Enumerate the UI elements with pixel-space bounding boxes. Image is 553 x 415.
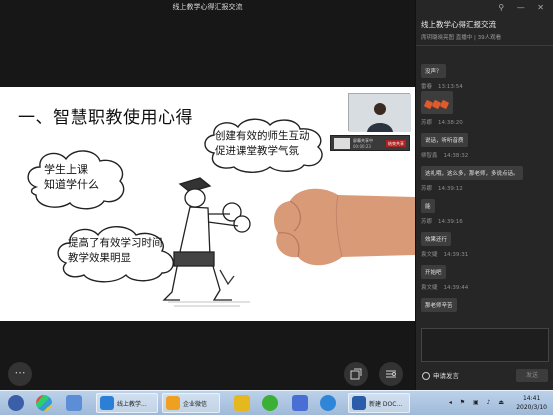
cloud-text-bottom: 提高了有效学习时间 教学效果明显 (68, 236, 163, 266)
cloud-left-line-2: 知道学什么 (44, 178, 99, 191)
window-buttons[interactable]: ⚲ — ✕ (498, 3, 549, 12)
ellipsis-icon: ⋯ (14, 366, 26, 379)
window-icon (350, 368, 362, 380)
chat-message: 袁文婕 14:39:44 那老师辛苦 (421, 283, 551, 312)
divider (416, 45, 553, 46)
start-menu-icon[interactable] (36, 395, 52, 411)
stream-title: 线上教学心得汇报交流 (172, 3, 243, 11)
live-stream-app: 线上教学心得汇报交流 一、智慧职教使用心得 创建有效的师生互动 促进课堂教学气氛… (0, 0, 553, 415)
message-author: 雷春 (421, 84, 433, 90)
message-list[interactable]: 没声？ 雷春 13:13:54 苏娜 14:38:20 说话，听听音质 柳智鑫 14:… (421, 58, 551, 316)
message-author: 柳智鑫 (421, 153, 438, 159)
send-button[interactable]: 发送 (516, 369, 548, 382)
end-share-button[interactable]: 结束共享 (386, 140, 406, 147)
chat-message: 袁文婕 14:39:31 开始吧 (421, 250, 551, 279)
explorer-icon[interactable] (66, 395, 82, 411)
message-author: 袁文婕 (421, 285, 438, 291)
browser-icon[interactable] (320, 395, 336, 411)
message-time: 14:39:44 (443, 285, 469, 291)
share-timer: 00:00:23 (353, 144, 371, 149)
cloud-bottom-line-2: 教学效果明显 (68, 252, 131, 264)
chat-input[interactable] (421, 328, 549, 362)
presenter-camera[interactable] (348, 93, 411, 132)
room-subtitle: 席玥璐晓亮图 直播中 | 39人观看 (421, 35, 502, 41)
task-document[interactable]: 新建 DOC... (348, 393, 410, 413)
cloud-left-line-1: 学生上课 (44, 163, 88, 176)
clock[interactable]: 14:41 2020/3/10 (516, 394, 547, 412)
cloud-text-top: 创建有效的师生互动 促进课堂教学气氛 (215, 129, 310, 159)
message-time: 14:39:12 (438, 186, 463, 192)
fist-image (274, 188, 415, 266)
wework-icon (166, 396, 180, 410)
message-time: 13:13:54 (438, 84, 463, 90)
word-icon (352, 396, 366, 410)
screen-share-bar: 屏幕共享中 00:00:23 结束共享 (330, 135, 410, 151)
message-text: 那老师辛苦 (421, 298, 457, 312)
message-time: 14:38:20 (438, 120, 463, 126)
video-controls: ⋯ (0, 360, 415, 390)
feather-app-icon[interactable] (292, 395, 308, 411)
chat-message: 雷春 13:13:54 (421, 82, 551, 114)
task-label: 新建 DOC... (369, 401, 403, 408)
microphone-icon (422, 372, 430, 380)
message-time: 14:38:32 (443, 153, 469, 159)
task-label: 线上教学... (117, 401, 147, 408)
message-author: 袁文婕 (421, 252, 438, 258)
chat-message: 苏娜 14:38:20 说话，听听音质 (421, 118, 551, 147)
room-title: 线上教学心得汇报交流 (421, 20, 496, 29)
clock-time: 14:41 (522, 395, 541, 402)
apply-speak-button[interactable]: 申请发言 (422, 370, 459, 380)
task-label: 企业微信 (183, 401, 208, 408)
task-live-stream[interactable]: 线上教学... (96, 393, 158, 413)
message-text: 这礼哦，这么多，那老师，多说点话。 (421, 166, 523, 180)
chat-message: 没声？ (421, 58, 551, 78)
wechat-icon[interactable] (262, 395, 278, 411)
cloud-top-line-1: 创建有效的师生互动 (215, 130, 310, 142)
system-tray[interactable]: ◂ ⚑ ▣ ♪ ⏏ (449, 399, 507, 406)
chat-message: 苏娜 14:39:16 效果还行 (421, 217, 551, 246)
view-mode-button[interactable] (379, 362, 403, 386)
folder-icon[interactable] (234, 395, 250, 411)
message-text: 没声？ (421, 64, 446, 78)
message-author: 苏娜 (421, 219, 433, 225)
media-player-icon[interactable] (8, 395, 24, 411)
message-text: 能 (421, 199, 435, 213)
message-time: 14:39:31 (443, 252, 469, 258)
window-mode-button[interactable] (344, 362, 368, 386)
rocket-icon (439, 99, 450, 110)
boxer-illustration (162, 177, 251, 307)
view-icon (386, 370, 396, 378)
message-author: 苏娜 (421, 186, 433, 192)
live-app-icon (100, 396, 114, 410)
message-time: 14:39:16 (438, 219, 463, 225)
cloud-top-line-2: 促进课堂教学气氛 (215, 145, 299, 157)
slide-heading: 一、智慧职教使用心得 (18, 108, 193, 128)
rocket-emoji-group (421, 91, 453, 114)
message-author: 苏娜 (421, 120, 433, 126)
more-options-button[interactable]: ⋯ (8, 362, 32, 386)
message-text: 说话，听听音质 (421, 133, 468, 147)
video-area: 线上教学心得汇报交流 一、智慧职教使用心得 创建有效的师生互动 促进课堂教学气氛… (0, 0, 415, 390)
task-wework[interactable]: 企业微信 (162, 393, 220, 413)
clock-date: 2020/3/10 (516, 404, 547, 411)
stream-title-bar: 线上教学心得汇报交流 (0, 0, 415, 16)
chat-panel: ⚲ — ✕ 线上教学心得汇报交流 席玥璐晓亮图 直播中 | 39人观看 没声？ … (415, 0, 553, 390)
cloud-text-left: 学生上课 知道学什么 (44, 162, 99, 192)
message-text: 效果还行 (421, 232, 452, 246)
apply-speak-label: 申请发言 (433, 372, 459, 380)
message-text: 开始吧 (421, 265, 446, 279)
chat-message: 柳智鑫 14:38:32 这礼哦，这么多，那老师，多说点话。 (421, 151, 551, 180)
presenter-avatar-icon (349, 94, 411, 132)
windows-taskbar: 线上教学... 企业微信 新建 DOC... ◂ ⚑ ▣ ♪ ⏏ 14:41 2… (0, 390, 553, 415)
cloud-bottom-line-1: 提高了有效学习时间 (68, 237, 163, 249)
share-thumbnail-icon (334, 138, 350, 149)
chat-message: 苏娜 14:39:12 能 (421, 184, 551, 213)
